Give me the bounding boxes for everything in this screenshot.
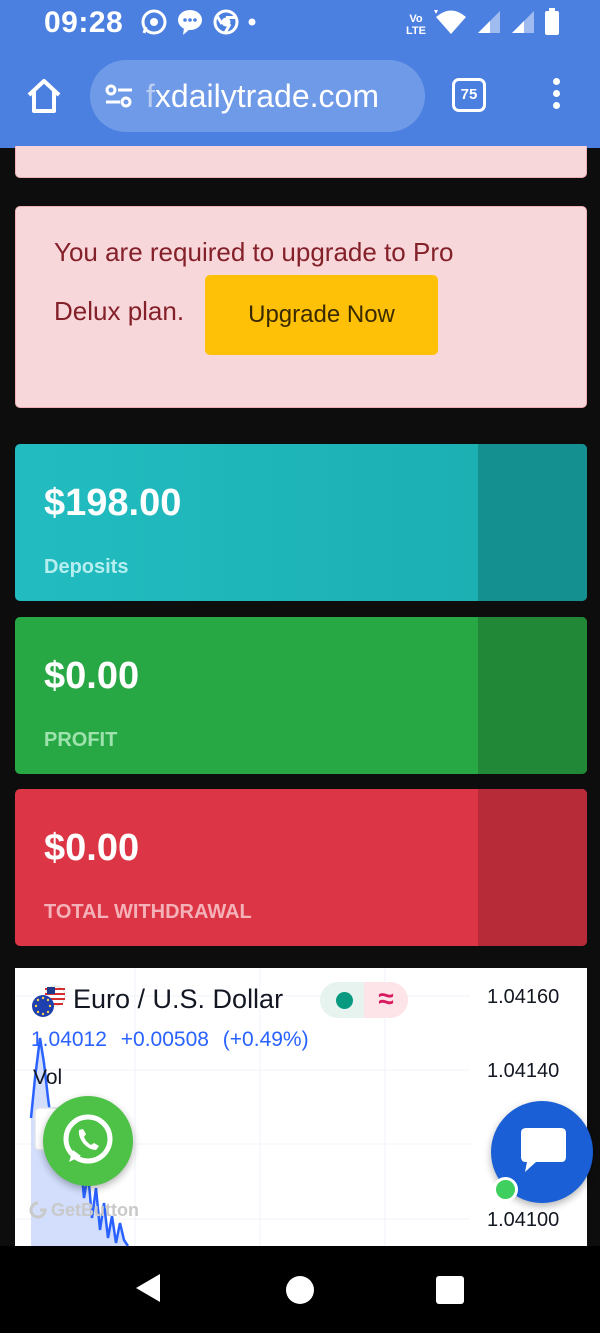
upgrade-now-button[interactable]: Upgrade Now [205, 275, 438, 355]
url-text[interactable]: fxdailytrade.com [146, 78, 379, 115]
back-icon[interactable] [134, 1272, 162, 1304]
last-price: 1.04012 [31, 1028, 107, 1051]
wifi-icon [434, 8, 468, 41]
card-side-panel [478, 617, 587, 774]
home-button[interactable] [24, 76, 64, 116]
whatsapp-icon [63, 1114, 113, 1164]
alert-partial [15, 146, 587, 178]
alert-text-line1: You are required to upgrade to Pro [54, 237, 454, 267]
withdrawal-label: TOTAL WITHDRAWAL [44, 901, 252, 923]
price-axis-label: 1.04100 [487, 1209, 560, 1231]
deposits-value: $198.00 [44, 482, 182, 524]
home-circle-icon[interactable] [286, 1276, 314, 1304]
messenger-icon [176, 8, 204, 36]
online-status-dot-icon [493, 1177, 518, 1202]
delayed-data-icon: ≈ [364, 982, 408, 1018]
volume-label[interactable]: Vol [33, 1066, 62, 1090]
status-system-icons: Vo LTE [406, 8, 560, 41]
card-side-panel [478, 444, 587, 601]
system-navigation-bar [0, 1246, 600, 1333]
address-bar[interactable]: fxdailytrade.com [90, 60, 425, 132]
alert-text-line2: Delux plan. [54, 296, 185, 326]
getbutton-watermark[interactable]: GetButton [29, 1200, 139, 1221]
profit-card: $0.00 PROFIT [15, 617, 587, 774]
symbol-title[interactable]: Euro / U.S. Dollar [73, 984, 283, 1015]
whatsapp-icon [140, 8, 168, 36]
market-open-dot-icon [336, 992, 353, 1009]
upgrade-alert: You are required to upgrade to Pro Delux… [15, 206, 587, 408]
signal-icon [476, 9, 502, 40]
tabs-icon[interactable]: 75 [452, 78, 486, 112]
market-status-badge[interactable]: ≈ [320, 982, 408, 1018]
status-time: 09:28 [44, 6, 124, 39]
recent-apps-icon[interactable] [436, 1276, 464, 1304]
browser-toolbar: fxdailytrade.com 75 [0, 48, 600, 148]
eu-us-flag-icon [31, 985, 67, 1019]
battery-icon [544, 8, 560, 41]
whatsapp-chat-button[interactable] [43, 1096, 133, 1186]
price-axis-label: 1.04140 [487, 1060, 560, 1082]
chrome-icon [212, 8, 240, 36]
price-axis-label: 1.04160 [487, 986, 560, 1008]
price-change-pct: (+0.49%) [222, 1028, 309, 1051]
deposits-card: $198.00 Deposits [15, 444, 587, 601]
price-change: +0.00508 [120, 1028, 209, 1051]
getbutton-logo-icon [29, 1201, 47, 1219]
notification-dot-icon [248, 18, 256, 26]
profit-value: $0.00 [44, 655, 140, 697]
more-vert-icon[interactable] [546, 78, 566, 114]
withdrawal-value: $0.00 [44, 827, 140, 869]
card-side-panel [478, 789, 587, 946]
status-bar: 09:28 Vo LTE [0, 0, 600, 48]
profit-label: PROFIT [44, 729, 118, 751]
withdrawal-card: $0.00 TOTAL WITHDRAWAL [15, 789, 587, 946]
deposits-label: Deposits [44, 556, 129, 578]
price-readout: 1.04012 +0.00508 (+0.49%) [31, 1028, 317, 1052]
volte-icon: Vo LTE [406, 12, 426, 37]
signal-icon [510, 9, 536, 40]
site-settings-icon[interactable] [104, 82, 134, 115]
home-icon [27, 79, 61, 113]
status-notification-icons [140, 8, 256, 36]
